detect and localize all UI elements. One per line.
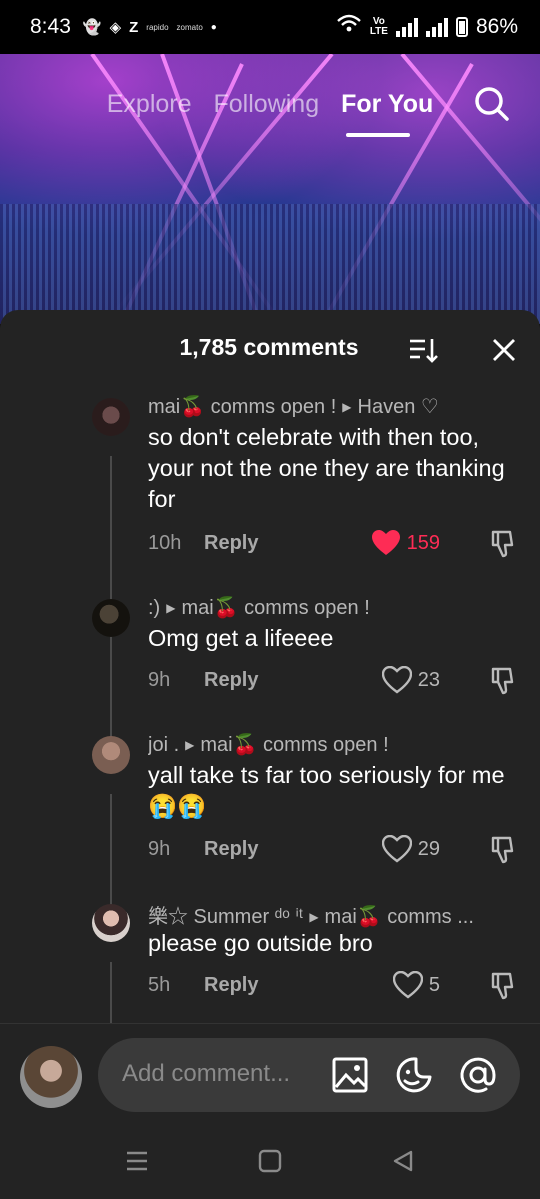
reply-arrow-icon: ▶ (342, 400, 352, 414)
search-icon[interactable] (472, 84, 512, 124)
comment-time: 9h (148, 837, 171, 860)
comment-meta: :) ▶ mai🍒 comms open ! (148, 595, 522, 620)
comment-author[interactable]: :) (148, 597, 160, 619)
heart-icon (381, 835, 412, 863)
comment-meta: joi . ▶ mai🍒 comms open ! (148, 732, 522, 757)
dislike-icon[interactable] (490, 528, 520, 558)
like-count: 159 (406, 531, 440, 554)
comment-time: 5h (148, 973, 171, 996)
crowd (0, 204, 540, 324)
at-icon[interactable] (458, 1055, 498, 1095)
notification-icons: 👻 ◈ Z rapido zomato ● (82, 18, 217, 37)
comment-footer: 10h Reply 159 (148, 528, 520, 558)
feed-tabs: Explore Following For You (0, 84, 540, 124)
tab-explore[interactable]: Explore (107, 90, 192, 119)
tab-following[interactable]: Following (214, 90, 320, 119)
comment-text: Omg get a lifeeee (148, 625, 334, 651)
like-button[interactable]: 159 (371, 529, 440, 557)
like-count: 23 (417, 668, 440, 691)
like-count: 29 (417, 837, 440, 860)
reply-arrow-icon: ▶ (309, 910, 319, 924)
like-button[interactable]: 29 (381, 835, 440, 863)
comment-text: so don't celebrate with then too, your n… (148, 424, 505, 512)
zomato-notification: zomato (176, 22, 203, 32)
comment-placeholder: Add comment... (122, 1060, 291, 1087)
wifi-calling-icon (336, 13, 362, 41)
reply-button[interactable]: Reply (204, 669, 258, 692)
my-avatar[interactable] (20, 1046, 82, 1108)
tab-for-you[interactable]: For You (341, 90, 433, 119)
reply-button[interactable]: Reply (204, 532, 258, 555)
dislike-icon[interactable] (490, 834, 520, 864)
heart-icon (392, 971, 423, 999)
comment-text: please go outside bro (148, 930, 373, 956)
volte-indicator: Vo LTE (369, 16, 388, 37)
reply-button[interactable]: Reply (204, 974, 258, 997)
like-count: 5 (428, 973, 440, 996)
dislike-icon[interactable] (490, 665, 520, 695)
heart-icon (371, 530, 400, 555)
active-tab-indicator (346, 133, 410, 137)
avatar[interactable] (92, 599, 130, 637)
comment-meta: mai🍒 comms open ! ▶ Haven ♡ (148, 394, 522, 419)
comment-author[interactable]: mai🍒 comms open ! (148, 396, 336, 418)
like-button[interactable]: 23 (381, 666, 440, 694)
battery-percent: 86% (475, 15, 518, 38)
comment-time: 9h (148, 668, 171, 691)
comment-input[interactable]: Add comment... (98, 1038, 520, 1112)
recents-icon[interactable] (124, 1149, 150, 1173)
status-time: 8:43 (30, 15, 71, 38)
battery-icon (455, 17, 468, 37)
reply-to-user[interactable]: mai🍒 comms open ! (200, 734, 388, 756)
reply-button[interactable]: Reply (204, 838, 258, 861)
z-notification-icon: Z (129, 18, 139, 36)
close-icon[interactable] (488, 334, 520, 366)
system-navbar (0, 1123, 540, 1199)
sticker-icon[interactable] (394, 1055, 434, 1095)
comments-header: 1,785 comments (0, 330, 540, 370)
reply-arrow-icon: ▶ (166, 601, 176, 615)
comment-composer: Add comment... (0, 1023, 540, 1123)
rapido-notification: rapido (146, 22, 169, 32)
comment-author[interactable]: joi . (148, 734, 179, 756)
comment-author[interactable]: 樂☆ Summer ᵈᵒ ⁱᵗ (148, 906, 303, 928)
avatar[interactable] (92, 736, 130, 774)
comment-footer: 9h Reply 23 (148, 665, 520, 695)
comment-footer: 9h Reply 29 (148, 834, 520, 864)
snapchat-icon: 👻 (82, 19, 102, 36)
home-icon[interactable] (257, 1149, 283, 1173)
comments-count: 1,785 comments (179, 334, 359, 360)
image-icon[interactable] (330, 1055, 370, 1095)
signal-icon-2 (425, 17, 448, 37)
sort-icon[interactable] (406, 334, 442, 366)
reply-to-user[interactable]: Haven ♡ (358, 396, 439, 418)
reply-to-user[interactable]: mai🍒 comms open ! (181, 597, 369, 619)
avatar[interactable] (92, 904, 130, 942)
avatar[interactable] (92, 398, 130, 436)
comment-meta: 樂☆ Summer ᵈᵒ ⁱᵗ ▶ mai🍒 comms ... (148, 900, 522, 929)
heart-icon (381, 666, 412, 694)
app-notification-icon: ◈ (109, 19, 122, 36)
reply-to-user[interactable]: mai🍒 comms ... (325, 906, 474, 928)
comment-text: yall take ts far too seriously for me😭😭 (148, 762, 505, 819)
signal-icon (395, 17, 418, 37)
comment-time: 10h (148, 531, 182, 554)
more-notifications-dot: ● (210, 21, 217, 33)
like-button[interactable]: 5 (392, 971, 440, 999)
comment-footer: 5h Reply 5 (148, 970, 520, 1000)
dislike-icon[interactable] (490, 970, 520, 1000)
status-bar: 8:43 👻 ◈ Z rapido zomato ● Vo LTE 86% (0, 0, 540, 54)
reply-arrow-icon: ▶ (185, 738, 195, 752)
back-icon[interactable] (390, 1149, 416, 1173)
